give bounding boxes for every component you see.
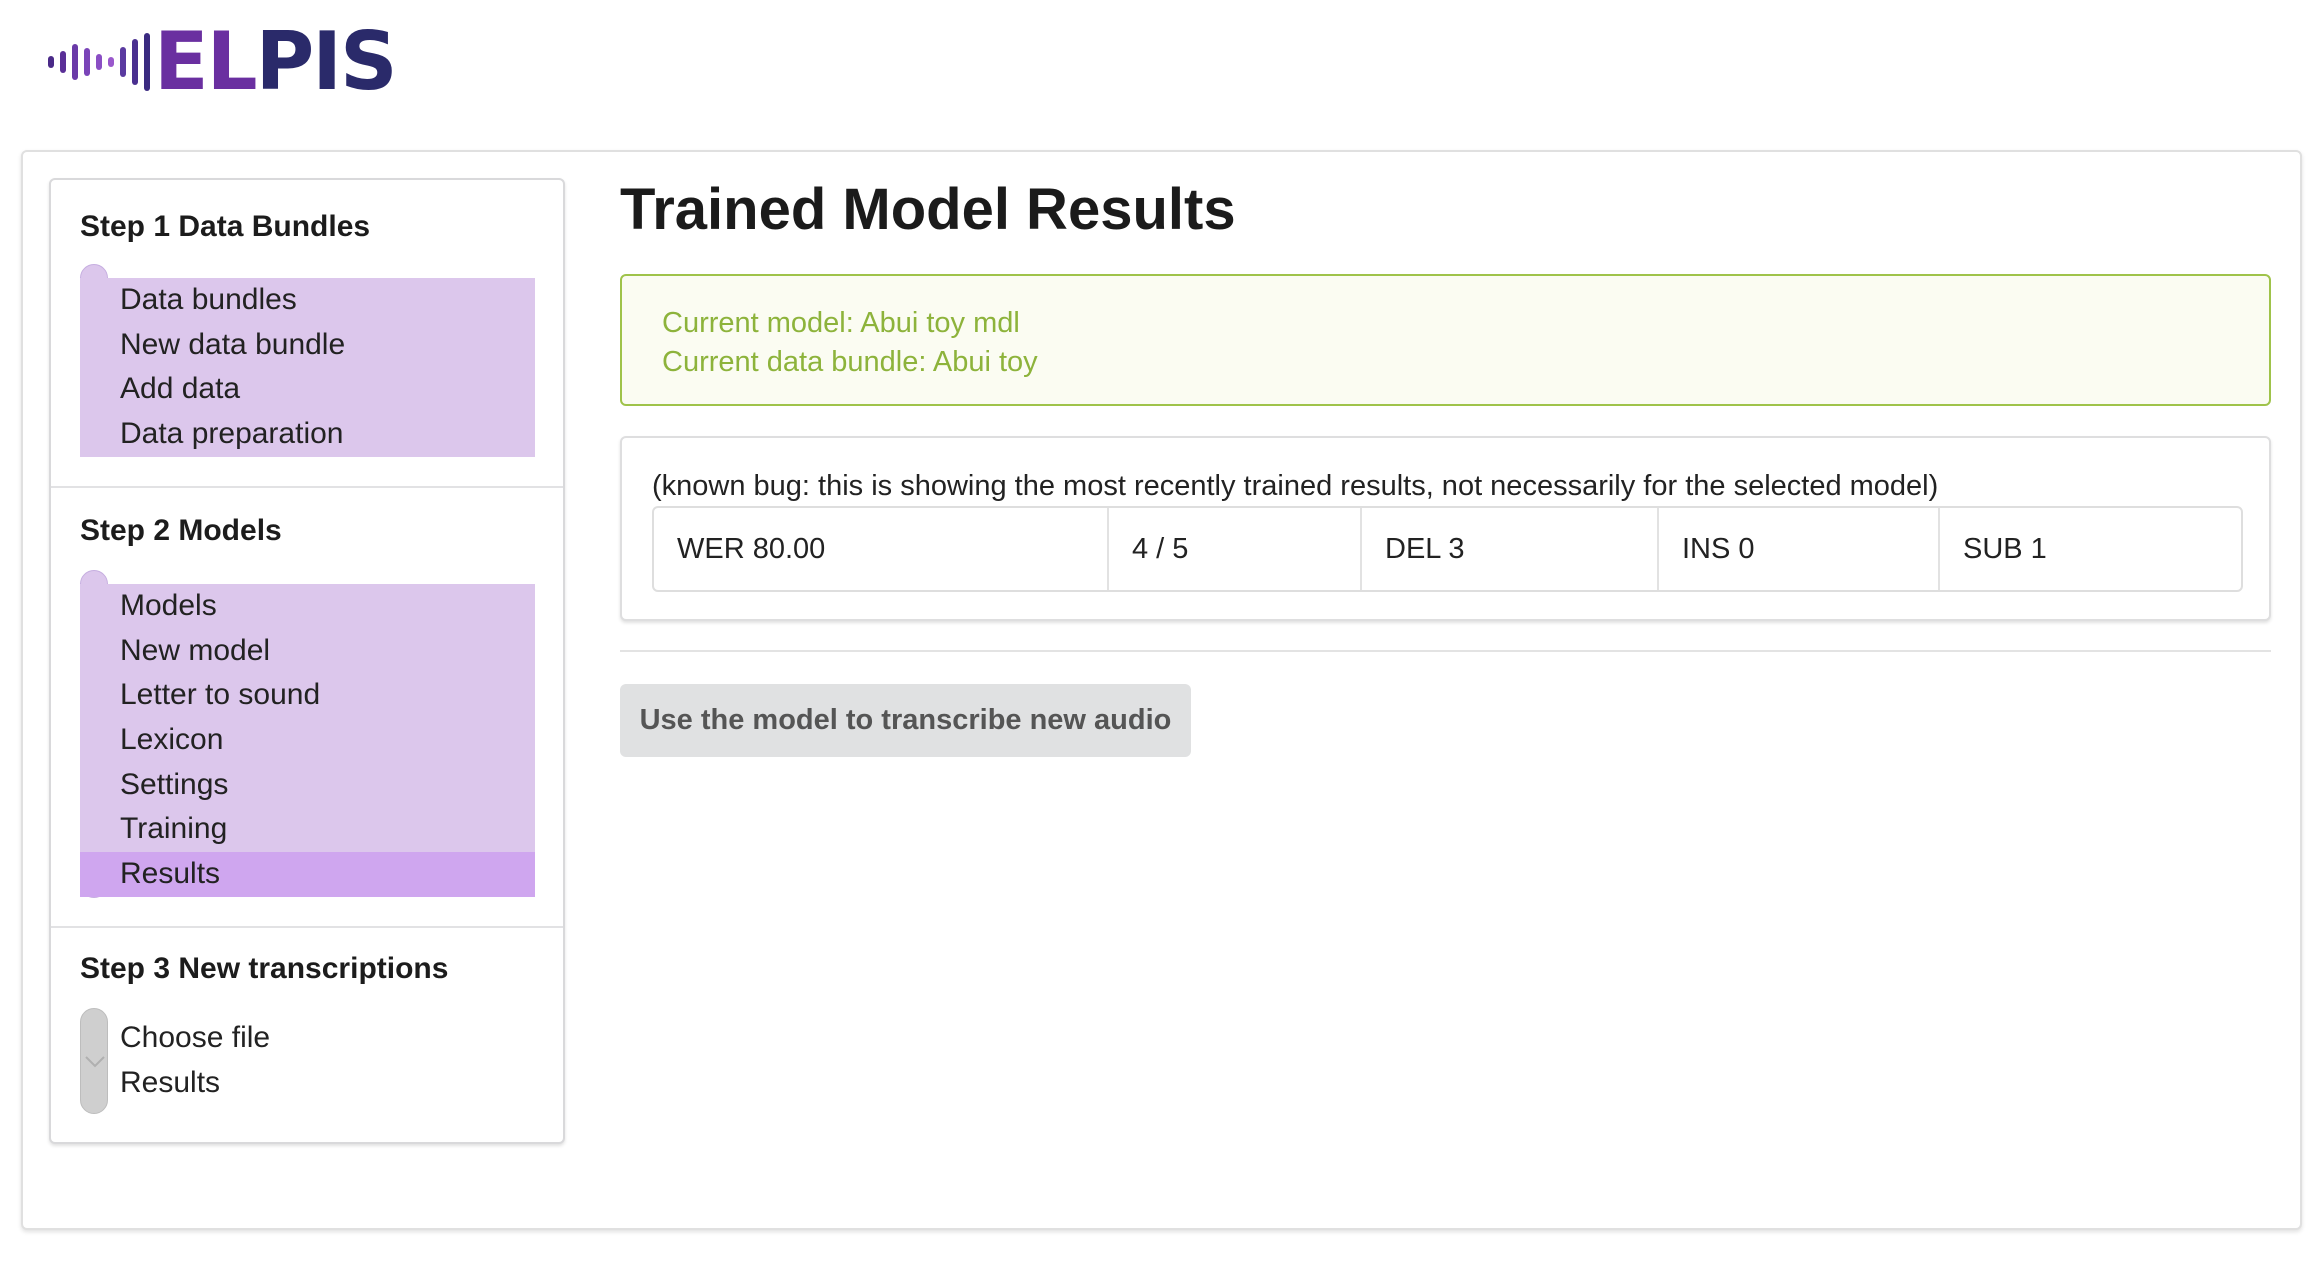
sidebar-item-new-data-bundle[interactable]: New data bundle xyxy=(80,322,535,368)
step-3-section: Step 3 New transcriptions Choose file Re… xyxy=(51,926,563,1142)
step-3-list: Choose file Results xyxy=(80,1008,535,1114)
count-cell: 4 / 5 xyxy=(1109,508,1362,590)
known-bug-note: (known bug: this is showing the most rec… xyxy=(652,470,1939,502)
waveform-logo-icon xyxy=(48,26,150,98)
results-card: (known bug: this is showing the most rec… xyxy=(620,436,2271,621)
sidebar-item-new-model[interactable]: New model xyxy=(80,628,535,674)
step-3-title: Step 3 New transcriptions xyxy=(80,952,449,985)
step-2-section: Step 2 Models Models New model Letter to… xyxy=(51,486,563,926)
transcribe-new-audio-button[interactable]: Use the model to transcribe new audio xyxy=(620,684,1191,757)
step-2-list: Models New model Letter to sound Lexicon… xyxy=(80,570,535,898)
sidebar-item-letter-to-sound[interactable]: Letter to sound xyxy=(80,673,535,719)
insertions-cell: INS 0 xyxy=(1659,508,1940,590)
sidebar-item-models[interactable]: Models xyxy=(80,584,535,629)
sidebar-item-data-bundles[interactable]: Data bundles xyxy=(80,278,535,323)
sidebar-item-results[interactable]: Results xyxy=(80,852,535,897)
sidebar-item-settings[interactable]: Settings xyxy=(80,762,535,808)
current-model-text: Current model: Abui toy mdl xyxy=(662,307,1020,339)
sidebar-item-training[interactable]: Training xyxy=(80,807,535,853)
section-divider xyxy=(620,650,2271,652)
step-2-title: Step 2 Models xyxy=(80,514,282,547)
step-1-section: Step 1 Data Bundles Data bundles New dat… xyxy=(51,180,563,486)
sidebar-item-lexicon[interactable]: Lexicon xyxy=(80,718,535,763)
sidebar-item-transcription-results[interactable]: Results xyxy=(80,1061,535,1106)
deletions-cell: DEL 3 xyxy=(1362,508,1659,590)
substitutions-cell: SUB 1 xyxy=(1963,532,2047,565)
sidebar-item-data-preparation[interactable]: Data preparation xyxy=(80,412,535,457)
sidebar-item-choose-file[interactable]: Choose file xyxy=(80,1016,535,1061)
page-title: Trained Model Results xyxy=(620,177,1236,242)
steps-sidebar: Step 1 Data Bundles Data bundles New dat… xyxy=(49,178,565,1144)
wer-cell: WER 80.00 xyxy=(654,508,1109,590)
sidebar-item-add-data[interactable]: Add data xyxy=(80,367,535,413)
elpis-logo: ELPIS xyxy=(48,22,398,102)
logo-text-el: EL xyxy=(154,15,258,108)
logo-text-pis: PIS xyxy=(255,15,398,108)
step-1-list: Data bundles New data bundle Add data Da… xyxy=(80,264,535,457)
results-table: WER 80.00 4 / 5 DEL 3 INS 0 SUB 1 xyxy=(652,506,2243,592)
current-data-bundle-text: Current data bundle: Abui toy xyxy=(662,346,1038,378)
logo-wordmark: ELPIS xyxy=(154,22,398,102)
step-1-title: Step 1 Data Bundles xyxy=(80,210,371,243)
current-selection-message: Current model: Abui toy mdl Current data… xyxy=(620,274,2271,406)
